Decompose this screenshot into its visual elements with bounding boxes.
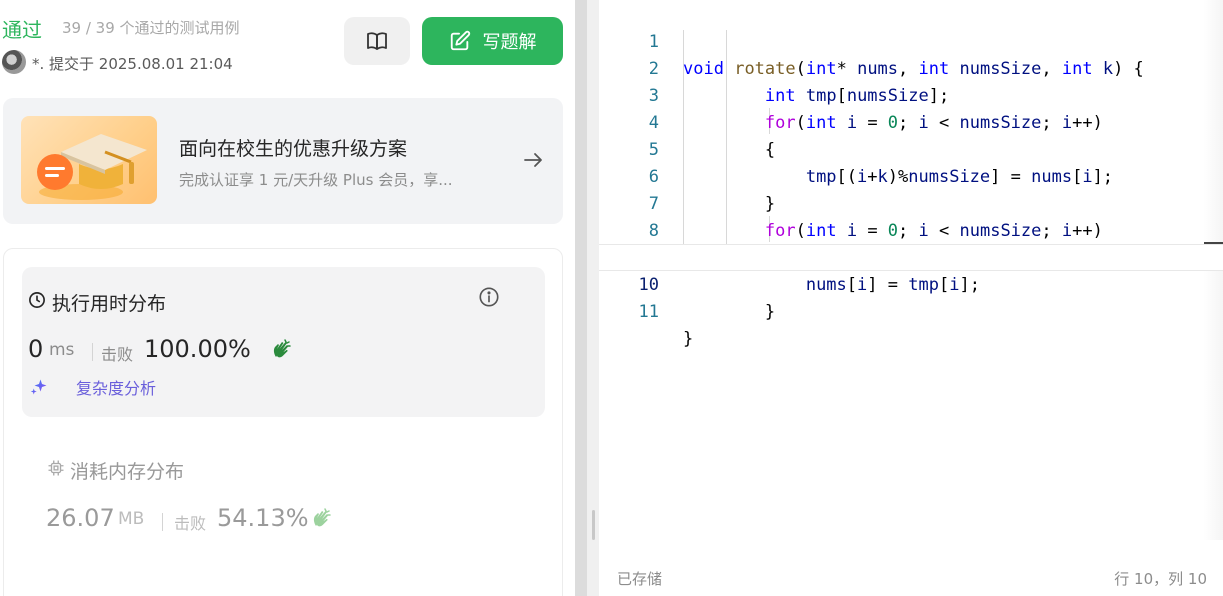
performance-stats: 执行用时分布 0 ms 击败 100.00% 复杂度分析 消耗内存分布 26.0… <box>3 248 563 596</box>
code-text: } <box>683 302 776 322</box>
saved-status: 已存储 <box>617 570 663 588</box>
graduation-cap-illustration <box>21 116 157 204</box>
code-line[interactable]: 6 } <box>599 137 1223 214</box>
code-line[interactable]: 5 tmp[(i+k)%numsSize] = nums[i]; <box>599 110 1223 187</box>
clap-icon <box>273 339 291 358</box>
cursor-position: 行 10，列 10 <box>1114 570 1207 588</box>
runtime-value: 0 <box>28 335 44 363</box>
submission-time: *. 提交于 2025.08.01 21:04 <box>32 55 233 73</box>
code-line[interactable]: 7 for(int i = 0; i < numsSize; i++) <box>599 164 1223 241</box>
test-cases-count: 39 / 39 个通过的测试用例 <box>62 19 240 37</box>
code-line[interactable]: 2 int tmp[numsSize]; <box>599 29 1223 106</box>
avatar[interactable] <box>2 50 26 74</box>
scrollbar-cursor-marker <box>1204 242 1223 244</box>
clock-icon <box>29 292 45 308</box>
code-line[interactable]: 3 for(int i = 0; i < numsSize; i++) <box>599 56 1223 133</box>
runtime-percent: 100.00% <box>144 335 251 363</box>
divider <box>92 343 93 361</box>
code-line[interactable]: 11 } <box>599 272 1223 349</box>
runtime-title: 执行用时分布 <box>52 293 167 315</box>
memory-beat-label: 击败 <box>174 514 207 533</box>
write-solution-button[interactable]: 写题解 <box>422 17 563 65</box>
runtime-unit: ms <box>49 340 75 360</box>
complexity-analysis-link[interactable]: 复杂度分析 <box>76 375 156 399</box>
panel-scrollbar[interactable] <box>575 0 587 596</box>
divider <box>162 513 163 531</box>
clap-icon <box>313 508 331 527</box>
code-line[interactable]: 9 nums[i] = tmp[i]; <box>599 218 1223 295</box>
memory-unit: MB <box>118 509 145 529</box>
status-label: 通过 <box>2 18 42 42</box>
panel-resize-handle[interactable] <box>575 0 599 596</box>
resize-grip[interactable] <box>592 510 595 540</box>
submission-panel: 通过 39 / 39 个通过的测试用例 *. 提交于 2025.08.01 21… <box>0 0 575 596</box>
sparkle-icon <box>30 379 47 395</box>
arrow-right-icon <box>524 153 542 167</box>
promo-subtitle: 完成认证享 1 元/天升级 Plus 会员，享... <box>179 171 453 189</box>
book-icon <box>367 32 387 50</box>
code-line-active[interactable]: 10 } <box>599 244 1223 322</box>
promo-title: 面向在校生的优惠升级方案 <box>179 138 408 160</box>
student-promo-banner[interactable]: 面向在校生的优惠升级方案 完成认证享 1 元/天升级 Plus 会员，享... <box>3 98 563 224</box>
code-line[interactable]: 4 { <box>599 83 1223 160</box>
code-editor[interactable]: 1 void rotate(int* nums, int numsSize, i… <box>599 0 1223 596</box>
code-text: } <box>683 329 694 349</box>
code-line[interactable]: 1 void rotate(int* nums, int numsSize, i… <box>599 2 1223 79</box>
code-line[interactable]: 8 { <box>599 191 1223 268</box>
memory-percent: 54.13% <box>217 504 309 532</box>
memory-value: 26.07 <box>46 504 115 532</box>
read-solution-button[interactable] <box>344 17 410 65</box>
info-icon[interactable] <box>478 286 500 308</box>
memory-title: 消耗内存分布 <box>70 461 185 483</box>
edit-icon <box>450 30 470 51</box>
runtime-beat-label: 击败 <box>101 345 134 364</box>
write-solution-label: 写题解 <box>482 32 537 53</box>
line-number: 11 <box>638 302 659 322</box>
chip-icon <box>48 460 64 476</box>
